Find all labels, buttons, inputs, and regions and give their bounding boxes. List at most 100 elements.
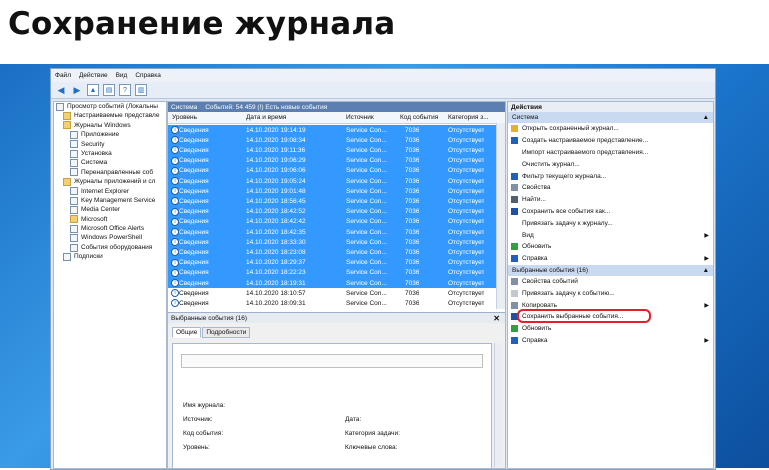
action-item[interactable]: Очистить журнал... <box>508 158 713 170</box>
event-description-box[interactable] <box>181 354 483 368</box>
table-row[interactable]: i Сведения 14.10.2020 19:14:19 Service Con.… <box>168 125 497 136</box>
action-item[interactable]: Найти... <box>508 194 713 206</box>
table-row[interactable]: i Сведения 14.10.2020 19:05:24 Service Con.… <box>168 176 497 187</box>
action-item[interactable]: Свойства <box>508 182 713 194</box>
tree-item[interactable]: Internet Explorer <box>54 187 166 196</box>
table-row[interactable]: i Сведения 14.10.2020 18:19:31 Service Con.… <box>168 278 497 289</box>
action-item[interactable]: Справка ▶ <box>508 335 713 347</box>
column-code[interactable]: Код события <box>400 114 438 121</box>
tree-item[interactable]: Установка <box>54 149 166 158</box>
tree-item[interactable]: Подписки <box>54 252 166 261</box>
tree-item[interactable]: Журналы приложений и сл <box>54 177 166 186</box>
detail-title-bar: Выбранные события (16) ✕ <box>168 313 505 323</box>
log-icon <box>70 140 78 149</box>
event-list-scrollbar[interactable] <box>496 123 505 309</box>
show-hide-tree-icon[interactable]: ▤ <box>103 84 115 96</box>
actions-section-selected[interactable]: Выбранные события (16) ▲ <box>508 264 713 276</box>
menu-file[interactable]: Файл <box>55 72 71 79</box>
column-level[interactable]: Уровень <box>172 114 197 121</box>
detail-scrollbar[interactable] <box>494 343 503 467</box>
action-label: Открыть сохраненный журнал... <box>522 125 619 133</box>
cell-code: 7036 <box>405 218 420 226</box>
cell-date: 14.10.2020 19:01:48 <box>246 187 306 195</box>
info-icon: i <box>171 238 179 247</box>
submenu-arrow-icon: ▶ <box>704 232 709 239</box>
cell-cat: Отсутствует <box>448 197 485 205</box>
tree-item[interactable]: Windows PowerShell <box>54 233 166 243</box>
table-row[interactable]: i Сведения 14.10.2020 18:42:35 Service Con.… <box>168 227 497 238</box>
tree-item[interactable]: Приложение <box>54 130 166 139</box>
tree-item[interactable]: Media Center <box>54 205 166 214</box>
table-row[interactable]: i Сведения 14.10.2020 19:11:36 Service Con.… <box>168 145 497 156</box>
action-item[interactable]: Обновить <box>508 241 713 253</box>
detail-tabs: Общие Подробности <box>172 327 505 338</box>
show-hide-action-icon[interactable]: ▥ <box>135 84 147 96</box>
tree-item[interactable]: Key Management Service <box>54 196 166 205</box>
table-row[interactable]: i Сведения 14.10.2020 18:29:37 Service Con.… <box>168 257 497 268</box>
table-row[interactable]: i Сведения 14.10.2020 19:06:29 Service Con.… <box>168 155 497 166</box>
action-item[interactable]: Привязать задачу к журналу... <box>508 217 713 229</box>
menu-view[interactable]: Вид <box>116 72 128 79</box>
tree-item[interactable]: Просмотр событий (Локальны <box>54 102 166 111</box>
close-icon[interactable]: ✕ <box>493 314 500 323</box>
collapse-icon[interactable]: ▲ <box>703 114 709 121</box>
table-row[interactable]: i Сведения 14.10.2020 18:33:30 Service Con.… <box>168 237 497 248</box>
action-label: Импорт настраиваемого представления... <box>522 148 649 156</box>
tree-item[interactable]: Настраиваемые представле <box>54 111 166 121</box>
help-icon[interactable]: ? <box>119 84 131 96</box>
table-row[interactable]: i Сведения 14.10.2020 19:08:34 Service Con.… <box>168 135 497 146</box>
action-item[interactable]: Сохранить все события как... <box>508 206 713 218</box>
forward-arrow-icon[interactable]: ▶ <box>71 84 83 96</box>
table-row[interactable]: i Сведения 14.10.2020 18:09:31 Service Con.… <box>168 298 497 308</box>
tree-item[interactable]: События оборудования <box>54 243 166 252</box>
column-date[interactable]: Дата и время <box>246 114 286 121</box>
tree-item[interactable]: Security <box>54 140 166 149</box>
action-item[interactable]: Создать настраиваемое представление... <box>508 135 713 147</box>
log-icon <box>70 187 78 196</box>
table-row[interactable]: i Сведения 14.10.2020 19:01:48 Service Con.… <box>168 186 497 197</box>
tab-general[interactable]: Общие <box>172 327 202 338</box>
column-headers: Уровень Дата и время Источник Код событи… <box>168 112 505 124</box>
tree-item[interactable]: Microsoft Office Alerts <box>54 224 166 233</box>
collapse-icon[interactable]: ▲ <box>703 267 709 274</box>
table-row[interactable]: i Сведения 14.10.2020 18:10:57 Service Con.… <box>168 288 497 298</box>
cell-level: Сведения <box>179 248 209 256</box>
column-category[interactable]: Категория з... <box>448 114 489 121</box>
action-item[interactable]: Фильтр текущего журнала... <box>508 170 713 182</box>
action-label: Справка <box>522 255 548 263</box>
back-arrow-icon[interactable]: ◀ <box>55 84 67 96</box>
tab-details[interactable]: Подробности <box>202 327 251 338</box>
table-row[interactable]: i Сведения 14.10.2020 19:06:06 Service Con.… <box>168 165 497 176</box>
action-item[interactable]: Открыть сохраненный журнал... <box>508 123 713 135</box>
table-row[interactable]: i Сведения 14.10.2020 18:56:45 Service Con.… <box>168 196 497 207</box>
cell-code: 7036 <box>405 146 420 154</box>
action-item[interactable]: Импорт настраиваемого представления... <box>508 147 713 159</box>
table-row[interactable]: i Сведения 14.10.2020 18:23:08 Service Con.… <box>168 247 497 258</box>
table-row[interactable]: i Сведения 14.10.2020 18:22:23 Service Con.… <box>168 267 497 278</box>
cell-level: Сведения <box>179 299 209 307</box>
action-item[interactable]: Вид ▶ <box>508 229 713 241</box>
table-row[interactable]: i Сведения 14.10.2020 18:42:52 Service Con.… <box>168 206 497 217</box>
table-row[interactable]: i Сведения 14.10.2020 18:42:42 Service Con.… <box>168 216 497 227</box>
up-folder-icon[interactable]: ▲ <box>87 84 99 96</box>
tree-item-label: Media Center <box>81 206 121 214</box>
tree-item[interactable]: Перенаправленные соб <box>54 168 166 177</box>
section-log-label: Система <box>512 114 539 121</box>
tree-item[interactable]: Система <box>54 158 166 168</box>
cell-code: 7036 <box>405 279 420 287</box>
tree-item[interactable]: Журналы Windows <box>54 121 166 130</box>
action-item[interactable]: Справка ▶ <box>508 253 713 265</box>
info-icon: i <box>171 299 179 308</box>
action-label: Вид <box>522 231 534 239</box>
event-count: Событий: 54 459 (!) Есть новые события <box>205 103 328 111</box>
tree-item[interactable]: Microsoft <box>54 215 166 224</box>
action-label: Обновить <box>522 243 552 251</box>
menu-action[interactable]: Действие <box>79 72 108 79</box>
actions-section-log[interactable]: Система ▲ <box>508 112 713 123</box>
action-item[interactable]: Привязать задачу к событию... <box>508 287 713 299</box>
menu-help[interactable]: Справка <box>135 72 161 79</box>
action-item[interactable]: Свойства событий <box>508 276 713 288</box>
action-item[interactable]: Обновить <box>508 323 713 335</box>
folder-icon <box>70 215 78 224</box>
column-source[interactable]: Источник <box>346 114 374 121</box>
